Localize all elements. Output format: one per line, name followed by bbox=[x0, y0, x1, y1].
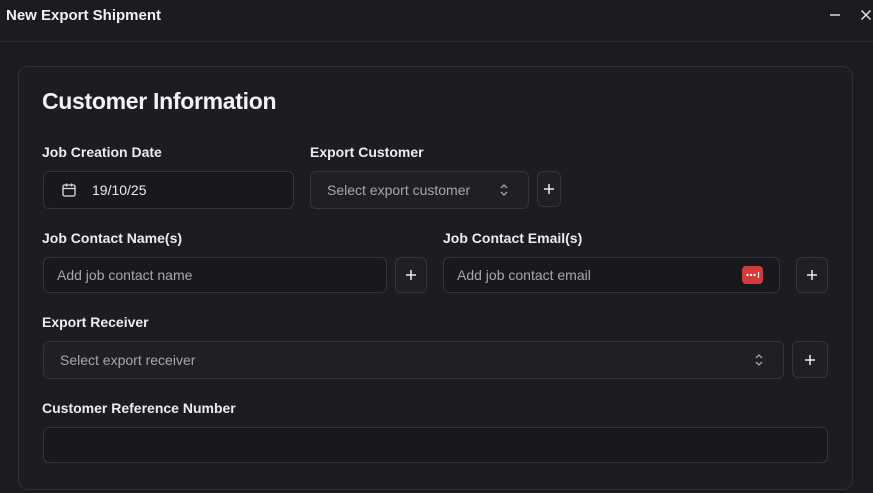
close-button[interactable] bbox=[855, 4, 873, 26]
job-contact-name-placeholder: Add job contact name bbox=[57, 267, 193, 283]
export-receiver-select[interactable]: Select export receiver bbox=[43, 341, 784, 379]
minimize-button[interactable] bbox=[824, 4, 846, 26]
export-customer-label: Export Customer bbox=[310, 144, 424, 160]
job-contact-name-label: Job Contact Name(s) bbox=[42, 230, 183, 246]
job-creation-date-label: Job Creation Date bbox=[42, 144, 162, 160]
minimize-icon bbox=[830, 14, 840, 16]
chevron-updown-icon bbox=[500, 184, 508, 196]
job-creation-date-field[interactable]: 19/10/25 bbox=[43, 171, 294, 209]
plus-icon bbox=[406, 270, 416, 280]
chevron-updown-icon bbox=[755, 354, 763, 366]
password-manager-icon[interactable] bbox=[742, 266, 763, 284]
export-customer-select[interactable]: Select export customer bbox=[310, 171, 529, 209]
add-export-customer-button[interactable] bbox=[537, 171, 561, 207]
export-receiver-label: Export Receiver bbox=[42, 314, 149, 330]
add-job-contact-email-button[interactable] bbox=[796, 257, 828, 293]
plus-icon bbox=[807, 270, 817, 280]
job-contact-name-input[interactable]: Add job contact name bbox=[43, 257, 387, 293]
job-contact-email-input[interactable]: Add job contact email bbox=[443, 257, 780, 293]
calendar-icon bbox=[62, 183, 76, 197]
export-receiver-placeholder: Select export receiver bbox=[60, 352, 196, 368]
job-contact-email-placeholder: Add job contact email bbox=[457, 267, 591, 283]
section-title: Customer Information bbox=[42, 88, 277, 114]
add-job-contact-name-button[interactable] bbox=[395, 257, 427, 293]
plus-icon bbox=[544, 184, 554, 194]
customer-reference-input[interactable] bbox=[43, 427, 828, 463]
title-bar: New Export Shipment bbox=[0, 0, 873, 42]
password-dots-icon bbox=[745, 272, 759, 278]
customer-reference-label: Customer Reference Number bbox=[42, 400, 236, 416]
job-creation-date-value: 19/10/25 bbox=[92, 182, 147, 198]
plus-icon bbox=[805, 354, 815, 365]
window-title: New Export Shipment bbox=[6, 7, 162, 24]
export-customer-placeholder: Select export customer bbox=[327, 182, 471, 198]
add-export-receiver-button[interactable] bbox=[792, 341, 828, 378]
job-contact-email-label: Job Contact Email(s) bbox=[443, 230, 583, 246]
close-icon bbox=[861, 10, 871, 20]
